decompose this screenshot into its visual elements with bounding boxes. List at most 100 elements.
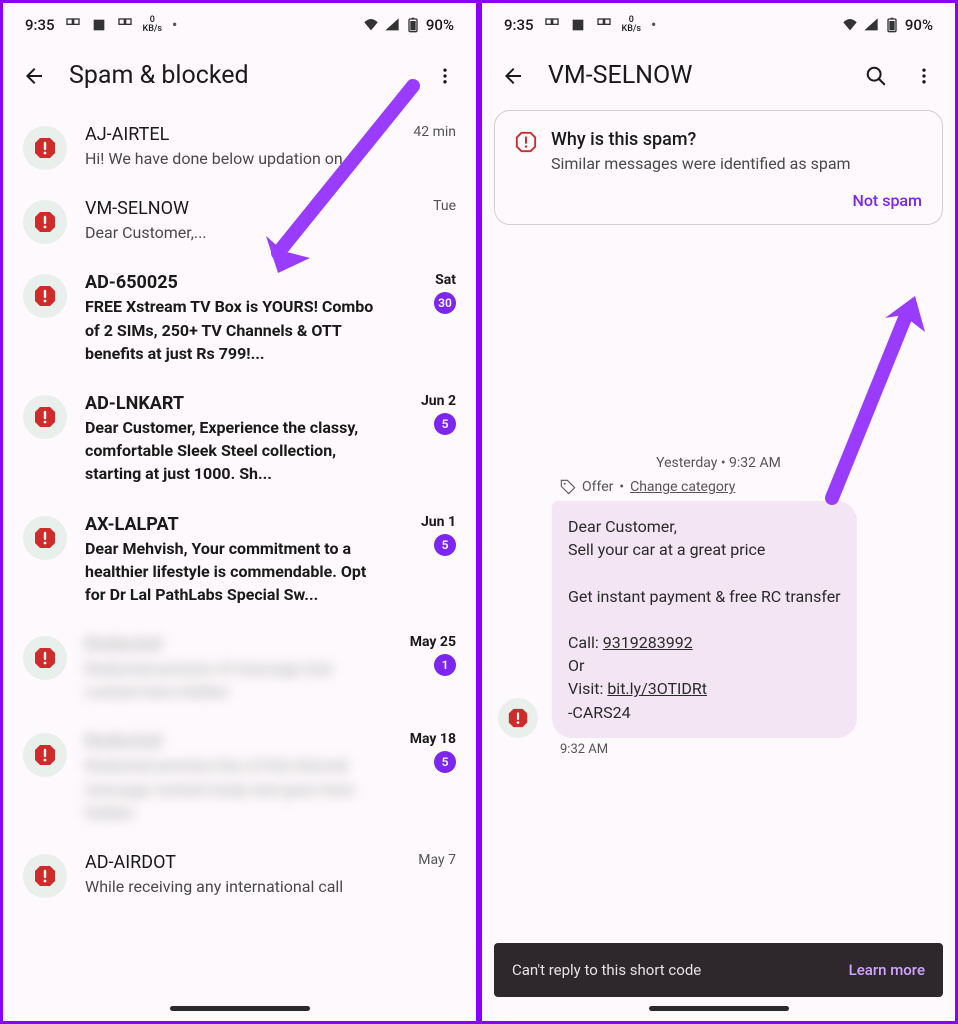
reply-disabled-text: Can't reply to this short code [512, 961, 701, 979]
sender-name: AD-AIRDOT [85, 852, 384, 873]
warning-octagon-icon [515, 131, 537, 153]
app-bar: Spam & blocked [3, 47, 476, 110]
status-time: 9:35 [504, 16, 534, 34]
list-item[interactable]: AD-AIRDOT While receiving any internatio… [3, 838, 476, 912]
list-item[interactable]: Redacted Redacted preview of message tex… [3, 620, 476, 717]
spam-avatar [23, 854, 67, 898]
dashboard-icon-2 [117, 17, 133, 33]
message-row: Dear Customer, Sell your car at a great … [482, 501, 955, 738]
warning-octagon-icon [33, 526, 57, 550]
time-label: Jun 2 [421, 393, 456, 409]
sender-name: AD-650025 [85, 272, 384, 293]
spam-avatar[interactable] [498, 698, 538, 738]
message-bubble[interactable]: Dear Customer, Sell your car at a great … [552, 501, 857, 738]
spam-avatar [23, 200, 67, 244]
search-button[interactable] [863, 63, 889, 89]
spam-card-title: Why is this spam? [551, 129, 851, 150]
back-button[interactable] [21, 63, 47, 89]
more-menu-button[interactable] [911, 63, 937, 89]
message-time: 9:32 AM [560, 742, 955, 757]
status-bar: 9:35 0KB/s • 90% [482, 3, 955, 47]
network-speed: 0KB/s [143, 16, 163, 34]
time-label: May 7 [418, 852, 456, 868]
sender-name: AJ-AIRTEL [85, 124, 384, 145]
spam-avatar [23, 274, 67, 318]
phone-screen-spam-list: 9:35 0KB/s • 90% Spam & blocked AJ-AIRT [0, 0, 479, 1024]
wifi-icon [363, 17, 379, 33]
learn-more-link[interactable]: Learn more [849, 961, 925, 979]
battery-percent: 90% [905, 16, 933, 34]
warning-octagon-icon [33, 405, 57, 429]
warning-octagon-icon [33, 743, 57, 767]
warning-octagon-icon [33, 864, 57, 888]
phone-link[interactable]: 9319283992 [603, 633, 693, 652]
nav-pill[interactable] [649, 1006, 789, 1011]
signal-icon [863, 17, 879, 33]
time-label: Tue [433, 198, 456, 214]
change-category-link[interactable]: Change category [630, 479, 735, 495]
spam-avatar [23, 733, 67, 777]
time-label: May 25 [410, 634, 456, 650]
unread-badge: 30 [434, 292, 456, 314]
dashboard-icon-2 [596, 17, 612, 33]
spam-avatar [23, 395, 67, 439]
list-item[interactable]: AD-650025 FREE Xstream TV Box is YOURS! … [3, 258, 476, 379]
sender-name: AD-LNKART [85, 393, 384, 414]
warning-octagon-icon [507, 707, 529, 729]
dashboard-icon [65, 17, 81, 33]
message-preview: While receiving any international call [85, 875, 384, 898]
unread-badge: 5 [434, 751, 456, 773]
chat-date-label: Yesterday • 9:32 AM [482, 455, 955, 471]
chat-area[interactable]: Yesterday • 9:32 AM Offer • Change categ… [482, 225, 955, 1021]
warning-octagon-icon [33, 284, 57, 308]
more-menu-button[interactable] [432, 63, 458, 89]
nav-pill[interactable] [170, 1006, 310, 1011]
time-label: Jun 1 [421, 514, 456, 530]
back-button[interactable] [500, 63, 526, 89]
conversation-list[interactable]: AJ-AIRTEL Hi! We have done below updatio… [3, 110, 476, 1021]
not-spam-button[interactable]: Not spam [852, 191, 922, 210]
back-arrow-icon [501, 64, 525, 88]
spam-avatar [23, 516, 67, 560]
time-label: May 18 [410, 731, 456, 747]
search-icon [865, 65, 887, 87]
spam-avatar [23, 126, 67, 170]
spam-avatar [23, 636, 67, 680]
reply-disabled-banner: Can't reply to this short code Learn mor… [494, 943, 943, 997]
offer-label: Offer [582, 479, 613, 495]
list-item[interactable]: Redacted Redacted preview line of this b… [3, 717, 476, 838]
dot-icon: • [172, 16, 177, 34]
spam-info-card: Why is this spam? Similar messages were … [494, 110, 943, 225]
warning-octagon-icon [33, 646, 57, 670]
status-time: 9:35 [25, 16, 55, 34]
page-title: Spam & blocked [69, 61, 410, 90]
list-item[interactable]: AJ-AIRTEL Hi! We have done below updatio… [3, 110, 476, 184]
message-preview: Redacted preview line of this blurred me… [85, 754, 384, 824]
unread-badge: 1 [434, 654, 456, 676]
sender-name: Redacted [85, 731, 384, 752]
back-arrow-icon [22, 64, 46, 88]
conversation-title: VM-SELNOW [548, 61, 841, 90]
nav-bar [3, 999, 476, 1017]
list-item[interactable]: AD-LNKART Dear Customer, Experience the … [3, 379, 476, 500]
list-item[interactable]: AX-LALPAT Dear Mehvish, Your commitment … [3, 500, 476, 621]
unread-badge: 5 [434, 534, 456, 556]
app-bar: VM-SELNOW [482, 47, 955, 110]
chat-category: Offer • Change category [560, 479, 955, 495]
battery-percent: 90% [426, 16, 454, 34]
sender-name: Redacted [85, 634, 384, 655]
message-preview: Redacted preview of message text content… [85, 657, 384, 703]
message-preview: Hi! We have done below updation on ... [85, 147, 384, 170]
sender-name: AX-LALPAT [85, 514, 384, 535]
nav-bar [482, 999, 955, 1017]
dashboard-icon [544, 17, 560, 33]
more-vert-icon [435, 66, 455, 86]
list-item[interactable]: VM-SELNOW Dear Customer,... Tue [3, 184, 476, 258]
time-label: 42 min [413, 124, 456, 140]
time-label: Sat [435, 272, 456, 288]
dot-icon: • [651, 16, 656, 34]
message-preview: Dear Customer, Experience the classy, co… [85, 416, 384, 486]
network-speed: 0KB/s [622, 16, 642, 34]
message-preview: FREE Xstream TV Box is YOURS! Combo of 2… [85, 295, 384, 365]
url-link[interactable]: bit.ly/3OTIDRt [607, 679, 707, 698]
